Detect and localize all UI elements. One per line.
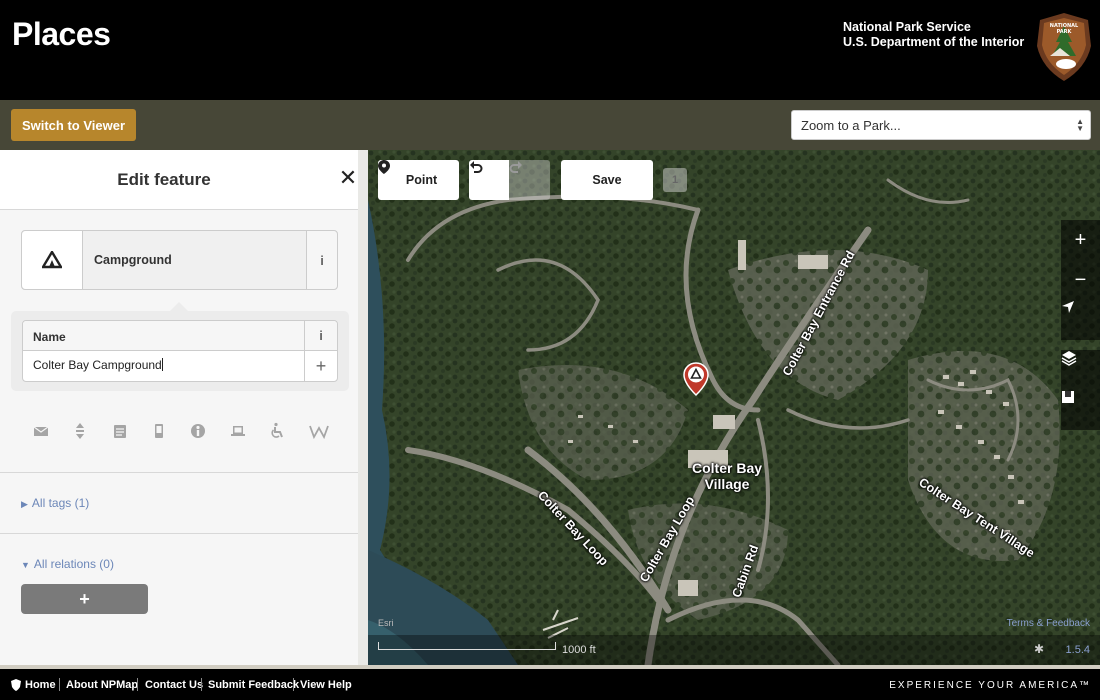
sidebar-header: Edit feature ✕ — [0, 150, 358, 210]
nps-small-logo-icon — [11, 679, 21, 691]
geolocate-arrow-icon — [1062, 301, 1074, 313]
bee-icon: ✱ — [1033, 642, 1044, 656]
switch-to-viewer-button[interactable]: Switch to Viewer — [11, 109, 136, 141]
footer-separator — [59, 678, 60, 691]
all-relations-label: All relations (0) — [33, 557, 114, 571]
layers-icon — [1061, 351, 1077, 366]
map-data-button[interactable] — [1061, 390, 1100, 430]
site-header: Places National Park Service U.S. Depart… — [0, 0, 1100, 100]
imagery-attribution: Esri — [378, 618, 394, 628]
terms-feedback-link[interactable]: Terms & Feedback — [1007, 618, 1090, 629]
preset-selector[interactable]: Campground i — [21, 230, 338, 290]
zoom-to-park-select[interactable]: Zoom to a Park... ▲ ▼ — [791, 110, 1091, 140]
expand-triangle-icon: ▶ — [21, 499, 28, 509]
add-point-button[interactable]: Point — [378, 160, 459, 200]
scale-bar — [378, 642, 556, 650]
village-label-line-2: Village — [704, 476, 750, 492]
footer-separator — [201, 678, 202, 691]
redo-icon — [509, 161, 522, 173]
map-pin-icon — [378, 160, 390, 174]
agency-line-1: National Park Service — [843, 20, 971, 34]
map-data-icon — [1062, 391, 1074, 403]
field-container: Name i Colter Bay Campground + — [11, 311, 349, 391]
footer-link-feedback[interactable]: Submit Feedback — [208, 679, 299, 691]
footer-link-help[interactable]: View Help — [300, 679, 352, 691]
village-label-line-1: Colter Bay — [692, 460, 763, 476]
edit-sidebar: Edit feature ✕ Campground i Name i Colte… — [0, 150, 368, 665]
zoom-in-button[interactable]: + — [1061, 220, 1100, 260]
preset-info-icon[interactable]: i — [306, 231, 337, 289]
note-icon[interactable] — [112, 422, 128, 440]
scale-label: 1000 ft — [562, 644, 596, 656]
wikipedia-icon[interactable] — [309, 422, 329, 440]
name-field-header: Name i — [23, 321, 337, 351]
sidebar-title: Edit feature — [117, 170, 211, 189]
map-footer: 1000 ft ✱ 1.5.4 — [368, 635, 1100, 665]
footer-separator — [293, 678, 294, 691]
geolocate-button[interactable] — [1061, 300, 1100, 340]
nps-arrowhead-logo-icon[interactable]: NATIONAL PARK — [1036, 12, 1092, 82]
add-localized-name-icon[interactable]: + — [304, 351, 337, 381]
select-arrows-icon: ▲ ▼ — [1076, 117, 1084, 133]
add-relation-button[interactable]: + — [21, 584, 148, 614]
undo-icon — [470, 161, 483, 173]
name-input[interactable]: Colter Bay Campground — [33, 358, 163, 372]
map-canvas[interactable]: Point Save 1 + − Colter Bay Village Colt… — [368, 150, 1100, 665]
operator-icon[interactable] — [190, 422, 206, 440]
name-input-value: Colter Bay Campground — [33, 358, 162, 372]
collapse-triangle-icon: ▼ — [21, 560, 30, 570]
sidebar-divider — [0, 533, 358, 534]
close-icon[interactable]: ✕ — [337, 167, 359, 189]
preset-label: Campground — [94, 253, 172, 267]
redo-button[interactable] — [509, 160, 550, 200]
zoom-out-button[interactable]: − — [1061, 260, 1100, 300]
elevation-icon[interactable] — [72, 422, 88, 440]
all-tags-toggle[interactable]: ▶ All tags (1) — [21, 496, 89, 510]
version-link[interactable]: 1.5.4 — [1066, 644, 1090, 656]
email-icon[interactable] — [33, 422, 49, 440]
footer-link-about[interactable]: About NPMap — [66, 679, 138, 691]
undo-button[interactable] — [469, 160, 509, 200]
all-tags-label: All tags (1) — [31, 496, 90, 510]
save-button[interactable]: Save — [561, 160, 653, 200]
text-caret — [161, 358, 163, 371]
footer-link-home[interactable]: Home — [25, 679, 56, 691]
agency-name: National Park Service U.S. Department of… — [843, 20, 1024, 50]
wheelchair-icon[interactable] — [269, 422, 285, 440]
app-title: Places — [12, 16, 111, 52]
name-info-icon[interactable]: i — [304, 321, 337, 350]
name-field-label: Name — [33, 330, 66, 344]
website-icon[interactable] — [230, 422, 246, 440]
sidebar-divider — [0, 472, 358, 473]
name-field: Name i Colter Bay Campground + — [22, 320, 338, 382]
svg-text:PARK: PARK — [1057, 29, 1073, 35]
campground-icon — [42, 251, 62, 269]
agency-line-2: U.S. Department of the Interior — [843, 35, 1025, 49]
site-footer: Home About NPMap Contact Us Submit Feedb… — [0, 669, 1100, 700]
all-relations-toggle[interactable]: ▼ All relations (0) — [21, 557, 114, 571]
zoom-to-park-value: Zoom to a Park... — [801, 117, 901, 133]
preset-notch — [170, 302, 188, 311]
selected-feature-marker-icon[interactable] — [683, 362, 709, 396]
village-label: Colter Bay Village — [692, 460, 762, 492]
footer-tagline: EXPERIENCE YOUR AMERICA™ — [889, 680, 1091, 691]
add-point-label: Point — [405, 173, 438, 187]
save-count-badge: 1 — [663, 168, 687, 192]
layers-button[interactable] — [1061, 350, 1100, 390]
footer-separator — [137, 678, 138, 691]
phone-icon[interactable] — [151, 422, 167, 440]
preset-icon-box — [22, 231, 83, 289]
footer-link-contact[interactable]: Contact Us — [145, 679, 203, 691]
